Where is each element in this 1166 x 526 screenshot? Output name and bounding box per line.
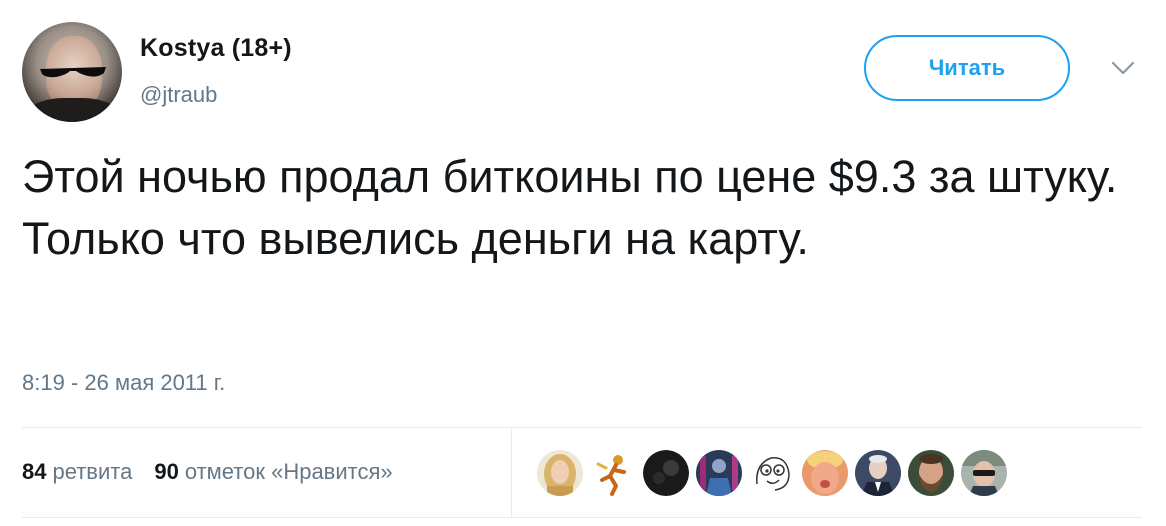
likes-count: 90 (154, 459, 179, 484)
liker-avatar-3[interactable] (643, 450, 689, 496)
liker-avatar-orange-face (802, 450, 848, 496)
follow-button[interactable]: Читать (864, 35, 1070, 101)
user-avatar[interactable] (22, 22, 122, 122)
liker-avatar-man-suit (855, 450, 901, 496)
liker-avatar-9[interactable] (961, 450, 1007, 496)
liker-avatar-bearded-man (908, 450, 954, 496)
chevron-down-icon[interactable] (1110, 58, 1136, 78)
user-handle[interactable]: @jtraub (140, 82, 217, 108)
tweet-card: Kostya (18+) @jtraub Читать Этой ночью п… (0, 0, 1166, 526)
likers-list (537, 450, 1007, 498)
retweets-stat[interactable]: 84 ретвита (22, 459, 132, 485)
user-display-name[interactable]: Kostya (18+) (140, 34, 292, 63)
liker-avatar-2[interactable] (590, 450, 636, 496)
tweet-stats: 84 ретвита 90 отметок «Нравится» (22, 459, 393, 485)
sunglasses-icon (40, 67, 106, 78)
liker-avatar-blue-figure (696, 450, 742, 496)
liker-avatar-4[interactable] (696, 450, 742, 496)
liker-avatar-blonde-woman (537, 450, 583, 496)
tweet-timestamp[interactable]: 8:19 - 26 мая 2011 г. (22, 370, 225, 396)
liker-avatar-6[interactable] (802, 450, 848, 496)
retweets-label: ретвита (52, 459, 133, 484)
liker-avatar-running-figure (590, 450, 636, 496)
retweets-count: 84 (22, 459, 47, 484)
avatar-suit (28, 98, 118, 122)
liker-avatar-5[interactable] (749, 450, 795, 496)
liker-avatar-dark-circle (643, 450, 689, 496)
liker-avatar-1[interactable] (537, 450, 583, 496)
liker-avatar-8[interactable] (908, 450, 954, 496)
divider (22, 427, 1142, 428)
likes-label: отметок «Нравится» (184, 459, 393, 484)
liker-avatar-7[interactable] (855, 450, 901, 496)
liker-avatar-meme-face (749, 450, 795, 496)
liker-avatar-man-sunglasses (961, 450, 1007, 496)
stats-separator (511, 428, 512, 517)
likes-stat[interactable]: 90 отметок «Нравится» (154, 459, 392, 485)
tweet-text: Этой ночью продал биткоины по цене $9.3 … (22, 151, 1118, 264)
divider (22, 517, 1142, 518)
